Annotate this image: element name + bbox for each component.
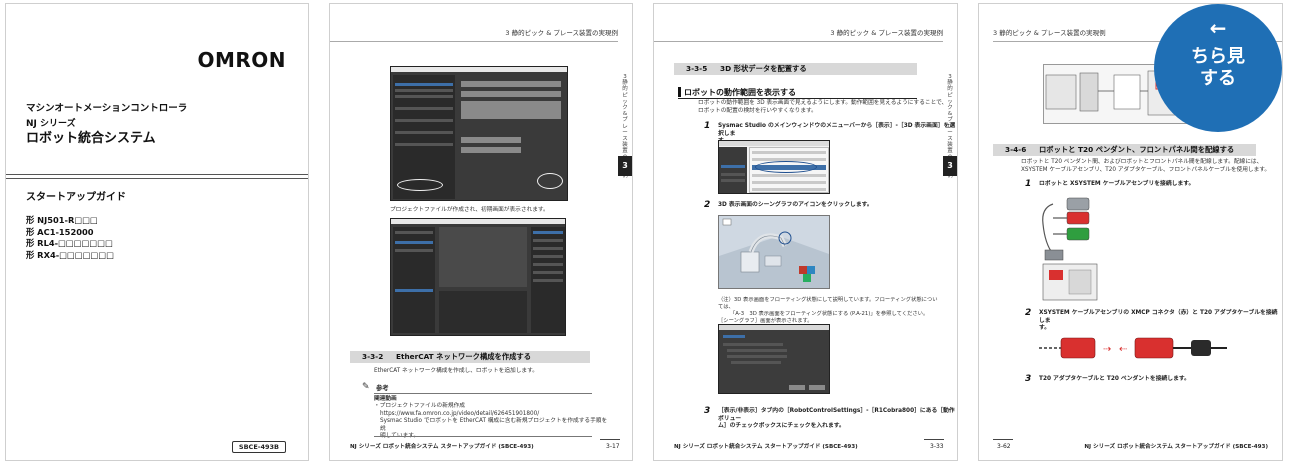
step-text: ロボットと XSYSTEM ケーブルアセンブリを接続します。 [1039, 181, 1195, 187]
step-number: 3 [704, 406, 711, 416]
intro-text: ロボットの動作範囲を 3D 表示画面で見えるようにします。動作範囲を見えるように… [698, 100, 948, 114]
scene-graph-screenshot [718, 324, 830, 394]
multiview-explorer [393, 227, 435, 333]
chapter-tab: 3 [943, 156, 957, 176]
cover-divider [6, 178, 308, 179]
step-number: 3 [1025, 374, 1032, 384]
sysmac-main-screenshot [390, 218, 566, 336]
svg-text:⇢: ⇢ [1103, 344, 1111, 355]
model-item: 形 AC1-152000 [26, 226, 94, 237]
peek-label: ちら見 する [1191, 46, 1245, 89]
section-body: EtherCAT ネットワーク構成を作成し、ロボットを追加します。 [374, 368, 538, 374]
intro-text: ロボットと T20 ペンダント間、およびロボットとフロントパネル間を配線します。… [1021, 159, 1271, 173]
section-title: ロボットと T20 ペンダント、フロントパネル間を配線する [1039, 145, 1235, 154]
highlight-oval [537, 173, 563, 189]
manual-page-3-33[interactable]: 3 静的ピック & プレース装置の実現例 3 静的ピック & プレース装置の実現… [653, 3, 958, 461]
cover-page[interactable]: OMRON マシンオートメーションコントローラ NJ シリーズ ロボット統合シス… [5, 3, 309, 461]
section-heading: 3-3-5 3D 形状データを配置する [674, 63, 917, 75]
page-strip: OMRON マシンオートメーションコントローラ NJ シリーズ ロボット統合シス… [0, 0, 1312, 464]
model-item: 形 RX4-□□□□□□□ [26, 249, 115, 260]
note-text: （注）3D 表示画面をフローティング状態にして説明しています。フローティング状態… [718, 297, 938, 324]
section-number: 3-3-5 [686, 64, 708, 73]
highlight-oval [397, 179, 443, 191]
xmcp-t20-connector-graphic: ⇢ ⇠ [1039, 337, 1227, 359]
page-footer: NJ シリーズ ロボット統合システム スタートアップガイド (SBCE-493) [350, 444, 534, 450]
3d-view-screenshot [718, 215, 830, 289]
step-text: T20 アダプタケーブルと T20 ペンダントを接続します。 [1039, 376, 1190, 382]
xsystem-cable-photo [1039, 194, 1101, 302]
view-menu-screenshot [718, 140, 830, 194]
highlight-oval [755, 161, 817, 173]
section-heading: 3-4-6 ロボットと T20 ペンダント、フロントパネル間を配線する [993, 144, 1256, 156]
page-number: 3-17 [606, 443, 620, 450]
step-number: 1 [1025, 179, 1032, 189]
output-pane [439, 291, 527, 333]
omron-logo: OMRON [197, 48, 286, 72]
manual-page-3-62[interactable]: 3 静的ピック & プレース装置の実現例 3-4-6 ロボットと T20 ペンダ… [978, 3, 1283, 461]
section-title: 3D 形状データを配置する [720, 64, 807, 73]
arrow-left-icon: ← [1209, 16, 1227, 40]
window-titlebar [391, 67, 567, 72]
model-list: 形 NJ501-R□□□ 形 AC1-152000 形 RL4-□□□□□□□ … [26, 215, 114, 261]
connector-photo: ⇢ ⇠ [1039, 332, 1229, 364]
screenshot-caption: プロジェクトファイルが作成され、初期画面が表示されます。 [390, 207, 549, 213]
step-text: ［表示/非表示］タブ内の［RobotControlSettings］-［R1Co… [718, 408, 955, 429]
guide-title: スタートアップガイド [26, 192, 126, 203]
doc-code-badge: SBCE-493B [231, 441, 286, 453]
step-text: XSYSTEM ケーブルアセンブリの XMCP コネクタ（赤）と T20 アダプ… [1039, 310, 1278, 331]
page-number: 3-33 [930, 443, 944, 450]
step-text: 3D 表示画面のシーングラフのアイコンをクリックします。 [718, 202, 873, 208]
section-number: 3-4-6 [1005, 145, 1027, 154]
running-header: 3 静的ピック & プレース装置の実現例 [830, 29, 943, 37]
section-number: 3-3-2 [362, 352, 384, 361]
chapter-tab: 3 [618, 156, 632, 176]
toolbox-pane [531, 227, 565, 333]
svg-text:⇠: ⇠ [1119, 344, 1128, 355]
subheading: ロボットの動作範囲を表示する [678, 87, 917, 99]
header-rule [330, 41, 618, 42]
section-heading: 3-3-2 EtherCAT ネットワーク構成を作成する [350, 351, 590, 363]
xsystem-cable-graphic [1042, 197, 1098, 301]
sysmac-start-screenshot [390, 66, 568, 201]
step-number: 2 [704, 200, 711, 210]
peek-button[interactable]: ← ちら見 する [1154, 4, 1282, 132]
page-number: 3-62 [997, 443, 1011, 450]
section-title: EtherCAT ネットワーク構成を作成する [396, 352, 532, 361]
model-item: 形 RL4-□□□□□□□ [26, 238, 113, 248]
note-label: 参考 [376, 385, 389, 392]
page-footer: NJ シリーズ ロボット統合システム スタートアップガイド (SBCE-493) [674, 444, 858, 450]
cover-divider [6, 174, 308, 175]
model-item: 形 NJ501-R□□□ [26, 215, 98, 225]
note-icon: ✎ [362, 382, 370, 392]
step-number: 1 [704, 121, 711, 131]
note-text: ・プロジェクトファイルの新規作成 https://www.fa.omron.co… [374, 403, 608, 439]
edit-pane [439, 227, 527, 287]
step-number: 2 [1025, 308, 1032, 318]
running-header: 3 静的ピック & プレース装置の実現例 [505, 29, 618, 37]
manual-page-3-17[interactable]: 3 静的ピック & プレース装置の実現例 3 静的ピック & プレース装置の実現… [329, 3, 633, 461]
running-header: 3 静的ピック & プレース装置の実現例 [993, 29, 1106, 37]
robot-scene-graphic [719, 218, 829, 288]
series-line: マシンオートメーションコントローラ [26, 103, 188, 114]
product-title: ロボット統合システム [26, 131, 156, 146]
page-footer: NJ シリーズ ロボット統合システム スタートアップガイド (SBCE-493) [1084, 444, 1268, 450]
